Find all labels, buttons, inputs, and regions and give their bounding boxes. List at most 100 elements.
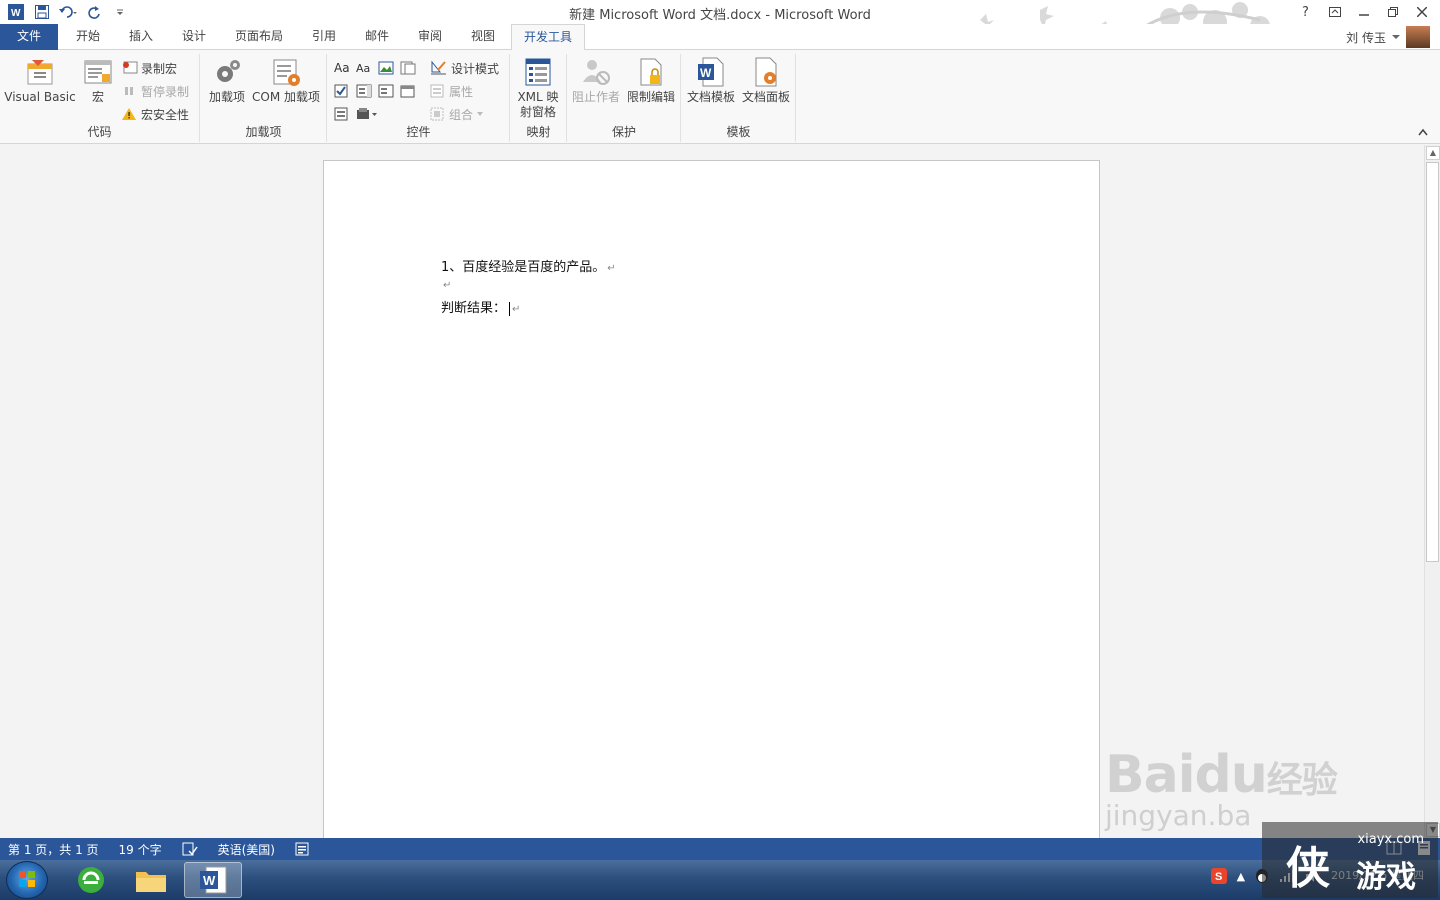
xml-mapping-pane-button[interactable]: XML 映 射窗格 <box>513 56 563 120</box>
repeating-section-control-icon[interactable] <box>334 104 350 124</box>
scroll-up-icon[interactable]: ▲ <box>1426 146 1440 160</box>
vertical-scrollbar[interactable]: ▲ ▼ <box>1424 145 1440 838</box>
tab-home[interactable]: 开始 <box>64 24 112 50</box>
show-hidden-icons-icon[interactable]: ▲ <box>1237 870 1245 883</box>
taskbar-app-word[interactable]: W <box>184 862 242 898</box>
visual-basic-label: Visual Basic <box>4 90 76 104</box>
collapse-ribbon-icon[interactable] <box>1418 128 1428 139</box>
group-addins: 加载项 COM 加载项 加载项 <box>201 54 327 142</box>
picture-control-icon[interactable] <box>378 58 394 78</box>
xml-mapping-icon <box>522 56 554 88</box>
paragraph-mark-icon: ↵ <box>607 263 616 274</box>
document-template-button[interactable]: W 文档模板 <box>684 56 738 105</box>
tab-insert[interactable]: 插入 <box>117 24 165 50</box>
status-bar: 第 1 页，共 1 页 19 个字 英语(美国) <box>0 838 1440 860</box>
tab-design[interactable]: 设计 <box>170 24 218 50</box>
read-mode-icon[interactable] <box>1386 840 1402 856</box>
taskbar-app-browser[interactable] <box>62 862 120 898</box>
taskbar-app-explorer[interactable] <box>122 862 180 898</box>
tab-page-layout[interactable]: 页面布局 <box>225 24 293 50</box>
restore-icon[interactable] <box>1378 2 1407 22</box>
chevron-down-icon <box>477 112 484 116</box>
building-block-control-icon[interactable] <box>400 58 416 78</box>
plain-text-control-icon[interactable]: Aa <box>356 58 370 78</box>
group-mapping-label: 映射 <box>526 125 551 139</box>
macros-label: 宏 <box>91 90 104 104</box>
word-count[interactable]: 19 个字 <box>119 841 162 858</box>
ribbon: Visual Basic 宏 录制宏 暂停录制 宏安全性 代码 加载项 COM … <box>0 50 1440 144</box>
dropdown-list-control-icon[interactable] <box>378 81 394 101</box>
scrollbar-thumb[interactable] <box>1426 162 1439 562</box>
language-indicator[interactable]: 英语(美国) <box>218 841 275 858</box>
proofing-icon[interactable] <box>182 842 198 856</box>
macro-security-button[interactable]: 宏安全性 <box>122 104 189 124</box>
help-button[interactable]: ? <box>1291 2 1320 22</box>
document-paragraph[interactable]: 判断结果： ↵ <box>441 297 520 316</box>
group-button[interactable]: 组合 <box>430 104 484 124</box>
com-addins-button[interactable]: COM 加载项 <box>249 56 323 105</box>
combo-box-control-icon[interactable] <box>356 81 372 101</box>
view-controls <box>1386 840 1432 856</box>
scroll-down-icon[interactable]: ▼ <box>1426 823 1440 837</box>
group-templates: W 文档模板 文档面板 模板 <box>682 54 796 142</box>
document-panel-button[interactable]: 文档面板 <box>738 56 794 105</box>
page-count[interactable]: 第 1 页，共 1 页 <box>8 841 99 858</box>
start-button[interactable] <box>6 861 48 899</box>
tab-references[interactable]: 引用 <box>300 24 348 50</box>
pause-icon <box>125 87 133 95</box>
windows-logo-icon <box>19 871 35 887</box>
user-account[interactable]: 刘 传玉 <box>1346 26 1430 48</box>
network-icon[interactable] <box>1279 869 1295 883</box>
minimize-icon[interactable] <box>1349 2 1378 22</box>
document-paragraph[interactable]: ↵ <box>441 277 451 292</box>
qq-icon[interactable] <box>1255 868 1269 884</box>
block-authors-button[interactable]: 阻止作者 <box>570 56 622 105</box>
date-picker-control-icon[interactable] <box>400 81 416 101</box>
clock[interactable]: 2019/12/5 星期四 <box>1331 869 1424 883</box>
document-panel-label: 文档面板 <box>741 90 790 104</box>
restrict-editing-button[interactable]: 限制编辑 <box>624 56 678 105</box>
ribbon-display-options-icon[interactable] <box>1320 2 1349 22</box>
paragraph-text: 1、百度经验是百度的产品。 <box>441 260 606 275</box>
pause-recording-button[interactable]: 暂停录制 <box>122 81 189 101</box>
avatar <box>1406 26 1430 48</box>
properties-button[interactable]: 属性 <box>430 81 473 101</box>
rich-text-control-icon[interactable]: Aa <box>334 58 350 78</box>
checkbox-control-icon[interactable] <box>334 81 350 101</box>
record-macro-icon <box>123 61 138 74</box>
group-icon <box>430 107 444 121</box>
com-addins-icon <box>270 56 302 88</box>
volume-icon[interactable] <box>1305 869 1321 883</box>
warning-icon <box>122 108 136 120</box>
word-template-icon: W <box>695 56 727 88</box>
macros-button[interactable]: 宏 <box>80 56 116 105</box>
system-tray: S ▲ 2019/12/5 星期四 <box>1210 868 1424 884</box>
print-layout-icon[interactable] <box>1416 840 1432 856</box>
svg-text:W: W <box>700 66 712 80</box>
document-paragraph[interactable]: 1、百度经验是百度的产品。 ↵ <box>441 256 616 275</box>
document-page[interactable]: 1、百度经验是百度的产品。 ↵ ↵ 判断结果： ↵ <box>323 160 1100 838</box>
tab-mailings[interactable]: 邮件 <box>353 24 401 50</box>
group-protect-label: 保护 <box>611 125 636 139</box>
macro-security-label: 宏安全性 <box>141 107 190 122</box>
addins-button[interactable]: 加载项 <box>205 56 249 105</box>
visual-basic-button[interactable]: Visual Basic <box>4 56 76 105</box>
design-mode-button[interactable]: 设计模式 <box>430 58 499 78</box>
tab-developer[interactable]: 开发工具 <box>511 24 585 51</box>
tab-view[interactable]: 视图 <box>459 24 507 50</box>
document-workspace: 1、百度经验是百度的产品。 ↵ ↵ 判断结果： ↵ <box>0 145 1424 838</box>
legacy-tools-icon[interactable] <box>356 104 378 124</box>
record-macro-button[interactable]: 录制宏 <box>122 58 177 78</box>
close-icon[interactable] <box>1407 2 1436 22</box>
tab-review[interactable]: 审阅 <box>406 24 454 50</box>
xml-mapping-label-1: XML 映 <box>517 90 559 104</box>
taskbar: W S ▲ 2019/12/5 星期四 <box>0 860 1440 900</box>
record-macro-label: 录制宏 <box>141 61 178 76</box>
window-controls: ? <box>1291 2 1436 22</box>
macro-recording-icon[interactable] <box>295 842 309 856</box>
sogou-ime-icon[interactable]: S <box>1210 868 1227 884</box>
addins-label: 加载项 <box>208 90 245 104</box>
tab-file[interactable]: 文件 <box>0 24 58 50</box>
restrict-editing-label: 限制编辑 <box>626 90 675 104</box>
xml-mapping-label-2: 射窗格 <box>519 105 556 119</box>
